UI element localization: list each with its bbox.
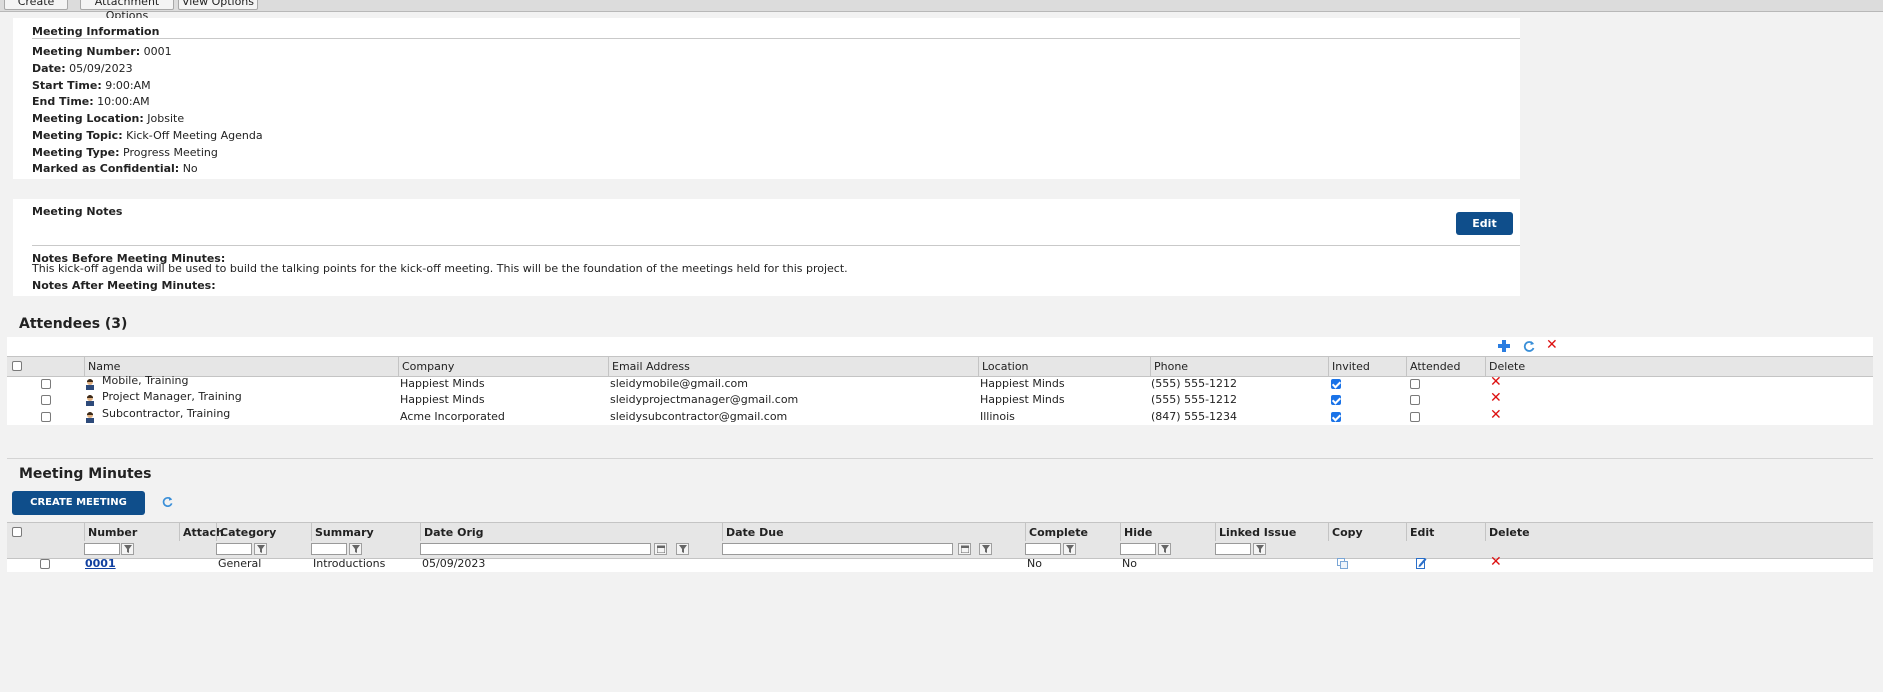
refresh-icon[interactable] xyxy=(161,495,174,508)
delete-row-icon[interactable]: ✕ xyxy=(1490,391,1502,405)
meeting-type-field: Meeting Type: Progress Meeting xyxy=(32,146,218,159)
attended-checkbox[interactable] xyxy=(1410,412,1420,422)
create-meeting-minutes-button[interactable]: CREATE MEETING MINUTES xyxy=(12,491,145,532)
invited-checkbox[interactable] xyxy=(1331,379,1341,389)
field-value: 10:00:AM xyxy=(97,95,150,108)
attendees-grid: ✕ Name Company Email Address Location Ph… xyxy=(7,337,1873,425)
attendee-company: Acme Incorporated xyxy=(400,410,505,423)
minute-number-link[interactable]: 0001 xyxy=(85,554,116,574)
field-label: Marked as Confidential: xyxy=(32,162,180,175)
attendee-location: Illinois xyxy=(980,410,1015,423)
end-time-field: End Time: 10:00:AM xyxy=(32,95,150,108)
field-label: Date: xyxy=(32,62,66,75)
meeting-location-field: Meeting Location: Jobsite xyxy=(32,112,184,125)
attendees-title: Attendees (3) xyxy=(19,316,128,332)
field-value: 05/09/2023 xyxy=(69,62,133,75)
minute-complete: No xyxy=(1027,557,1042,570)
notes-before-text: This kick-off agenda will be used to bui… xyxy=(32,262,848,275)
field-label: Start Time: xyxy=(32,79,102,92)
row-checkbox[interactable] xyxy=(40,559,50,569)
field-value: 0001 xyxy=(143,45,172,58)
column-header-summary[interactable]: Summary xyxy=(311,523,421,542)
column-header-attach[interactable]: Attach xyxy=(179,523,224,542)
invited-checkbox[interactable] xyxy=(1331,395,1341,405)
select-all-cell xyxy=(7,523,85,542)
field-label: End Time: xyxy=(32,95,94,108)
delete-row-icon[interactable]: ✕ xyxy=(1490,555,1502,569)
section-divider xyxy=(7,458,1873,459)
divider xyxy=(32,245,1520,246)
column-header-linked-issue[interactable]: Linked Issue xyxy=(1215,523,1328,542)
select-all-checkbox[interactable] xyxy=(12,361,22,371)
column-header-delete: Delete xyxy=(1485,523,1873,542)
top-toolbar: Create Attachment Options View Options xyxy=(0,0,1883,22)
minute-summary: Introductions xyxy=(313,557,386,570)
meeting-number-field: Meeting Number: 0001 xyxy=(32,45,172,58)
meeting-minutes-title: Meeting Minutes xyxy=(19,466,152,482)
attendee-phone: (847) 555-1234 xyxy=(1151,410,1238,423)
field-label: Meeting Number: xyxy=(32,45,141,58)
meeting-information-title: Meeting Information xyxy=(32,25,160,38)
field-label: Meeting Topic: xyxy=(32,129,123,142)
notes-after-label: Notes After Meeting Minutes: xyxy=(32,279,216,292)
minute-date-orig: 05/09/2023 xyxy=(422,557,486,570)
person-icon xyxy=(86,412,94,423)
edit-icon[interactable] xyxy=(1416,557,1427,569)
field-value: Kick-Off Meeting Agenda xyxy=(126,129,263,142)
person-icon xyxy=(86,379,94,390)
divider xyxy=(32,38,1520,39)
column-header-category[interactable]: Category xyxy=(216,523,311,542)
column-header-copy: Copy xyxy=(1328,523,1406,542)
column-header-hide[interactable]: Hide xyxy=(1120,523,1216,542)
edit-notes-button[interactable]: Edit xyxy=(1456,212,1513,235)
field-label: Meeting Type: xyxy=(32,146,120,159)
delete-row-icon[interactable]: ✕ xyxy=(1490,375,1502,389)
row-checkbox[interactable] xyxy=(41,412,51,422)
create-button[interactable]: Create xyxy=(4,0,68,10)
invited-checkbox[interactable] xyxy=(1331,412,1341,422)
field-value: No xyxy=(182,162,198,175)
column-header-date-due[interactable]: Date Due xyxy=(722,523,1025,542)
minutes-header-row: Number Attach Category Summary Date Orig… xyxy=(7,522,1873,543)
add-icon[interactable] xyxy=(1497,339,1511,353)
person-icon xyxy=(86,395,94,406)
meeting-notes-title: Meeting Notes xyxy=(32,205,123,218)
attachment-options-button[interactable]: Attachment Options xyxy=(80,0,174,22)
refresh-icon[interactable] xyxy=(1522,339,1536,353)
start-time-field: Start Time: 9:00:AM xyxy=(32,79,151,92)
row-checkbox[interactable] xyxy=(41,379,51,389)
select-all-checkbox[interactable] xyxy=(12,527,22,537)
field-value: Jobsite xyxy=(147,112,185,125)
attendee-email: sleidysubcontractor@gmail.com xyxy=(610,410,788,423)
meeting-notes-panel: Meeting Notes Edit Notes Before Meeting … xyxy=(13,199,1520,296)
column-header-date-orig[interactable]: Date Orig xyxy=(420,523,722,542)
attended-checkbox[interactable] xyxy=(1410,379,1420,389)
view-options-button[interactable]: View Options xyxy=(178,0,258,10)
field-value: 9:00:AM xyxy=(105,79,151,92)
table-row: 0001 General Introductions 05/09/2023 No… xyxy=(7,554,1873,574)
delete-row-icon[interactable]: ✕ xyxy=(1490,408,1502,422)
attended-checkbox[interactable] xyxy=(1410,395,1420,405)
row-checkbox[interactable] xyxy=(41,395,51,405)
confidential-field: Marked as Confidential: No xyxy=(32,162,198,175)
meeting-information-panel: Meeting Information Meeting Number: 0001… xyxy=(13,18,1520,179)
minute-category: General xyxy=(218,557,262,570)
field-value: Progress Meeting xyxy=(123,146,218,159)
delete-all-icon[interactable]: ✕ xyxy=(1546,338,1558,352)
meeting-topic-field: Meeting Topic: Kick-Off Meeting Agenda xyxy=(32,129,263,142)
copy-icon[interactable] xyxy=(1337,558,1348,569)
meeting-minutes-grid: Number Attach Category Summary Date Orig… xyxy=(7,522,1873,572)
column-header-complete[interactable]: Complete xyxy=(1025,523,1120,542)
attendee-name: Subcontractor, Training xyxy=(102,407,231,420)
column-header-edit: Edit xyxy=(1406,523,1485,542)
field-label: Meeting Location: xyxy=(32,112,144,125)
date-field: Date: 05/09/2023 xyxy=(32,62,133,75)
table-row: Subcontractor, Training Acme Incorporate… xyxy=(7,407,1873,427)
minute-hide: No xyxy=(1122,557,1137,570)
column-header-number[interactable]: Number xyxy=(84,523,180,542)
